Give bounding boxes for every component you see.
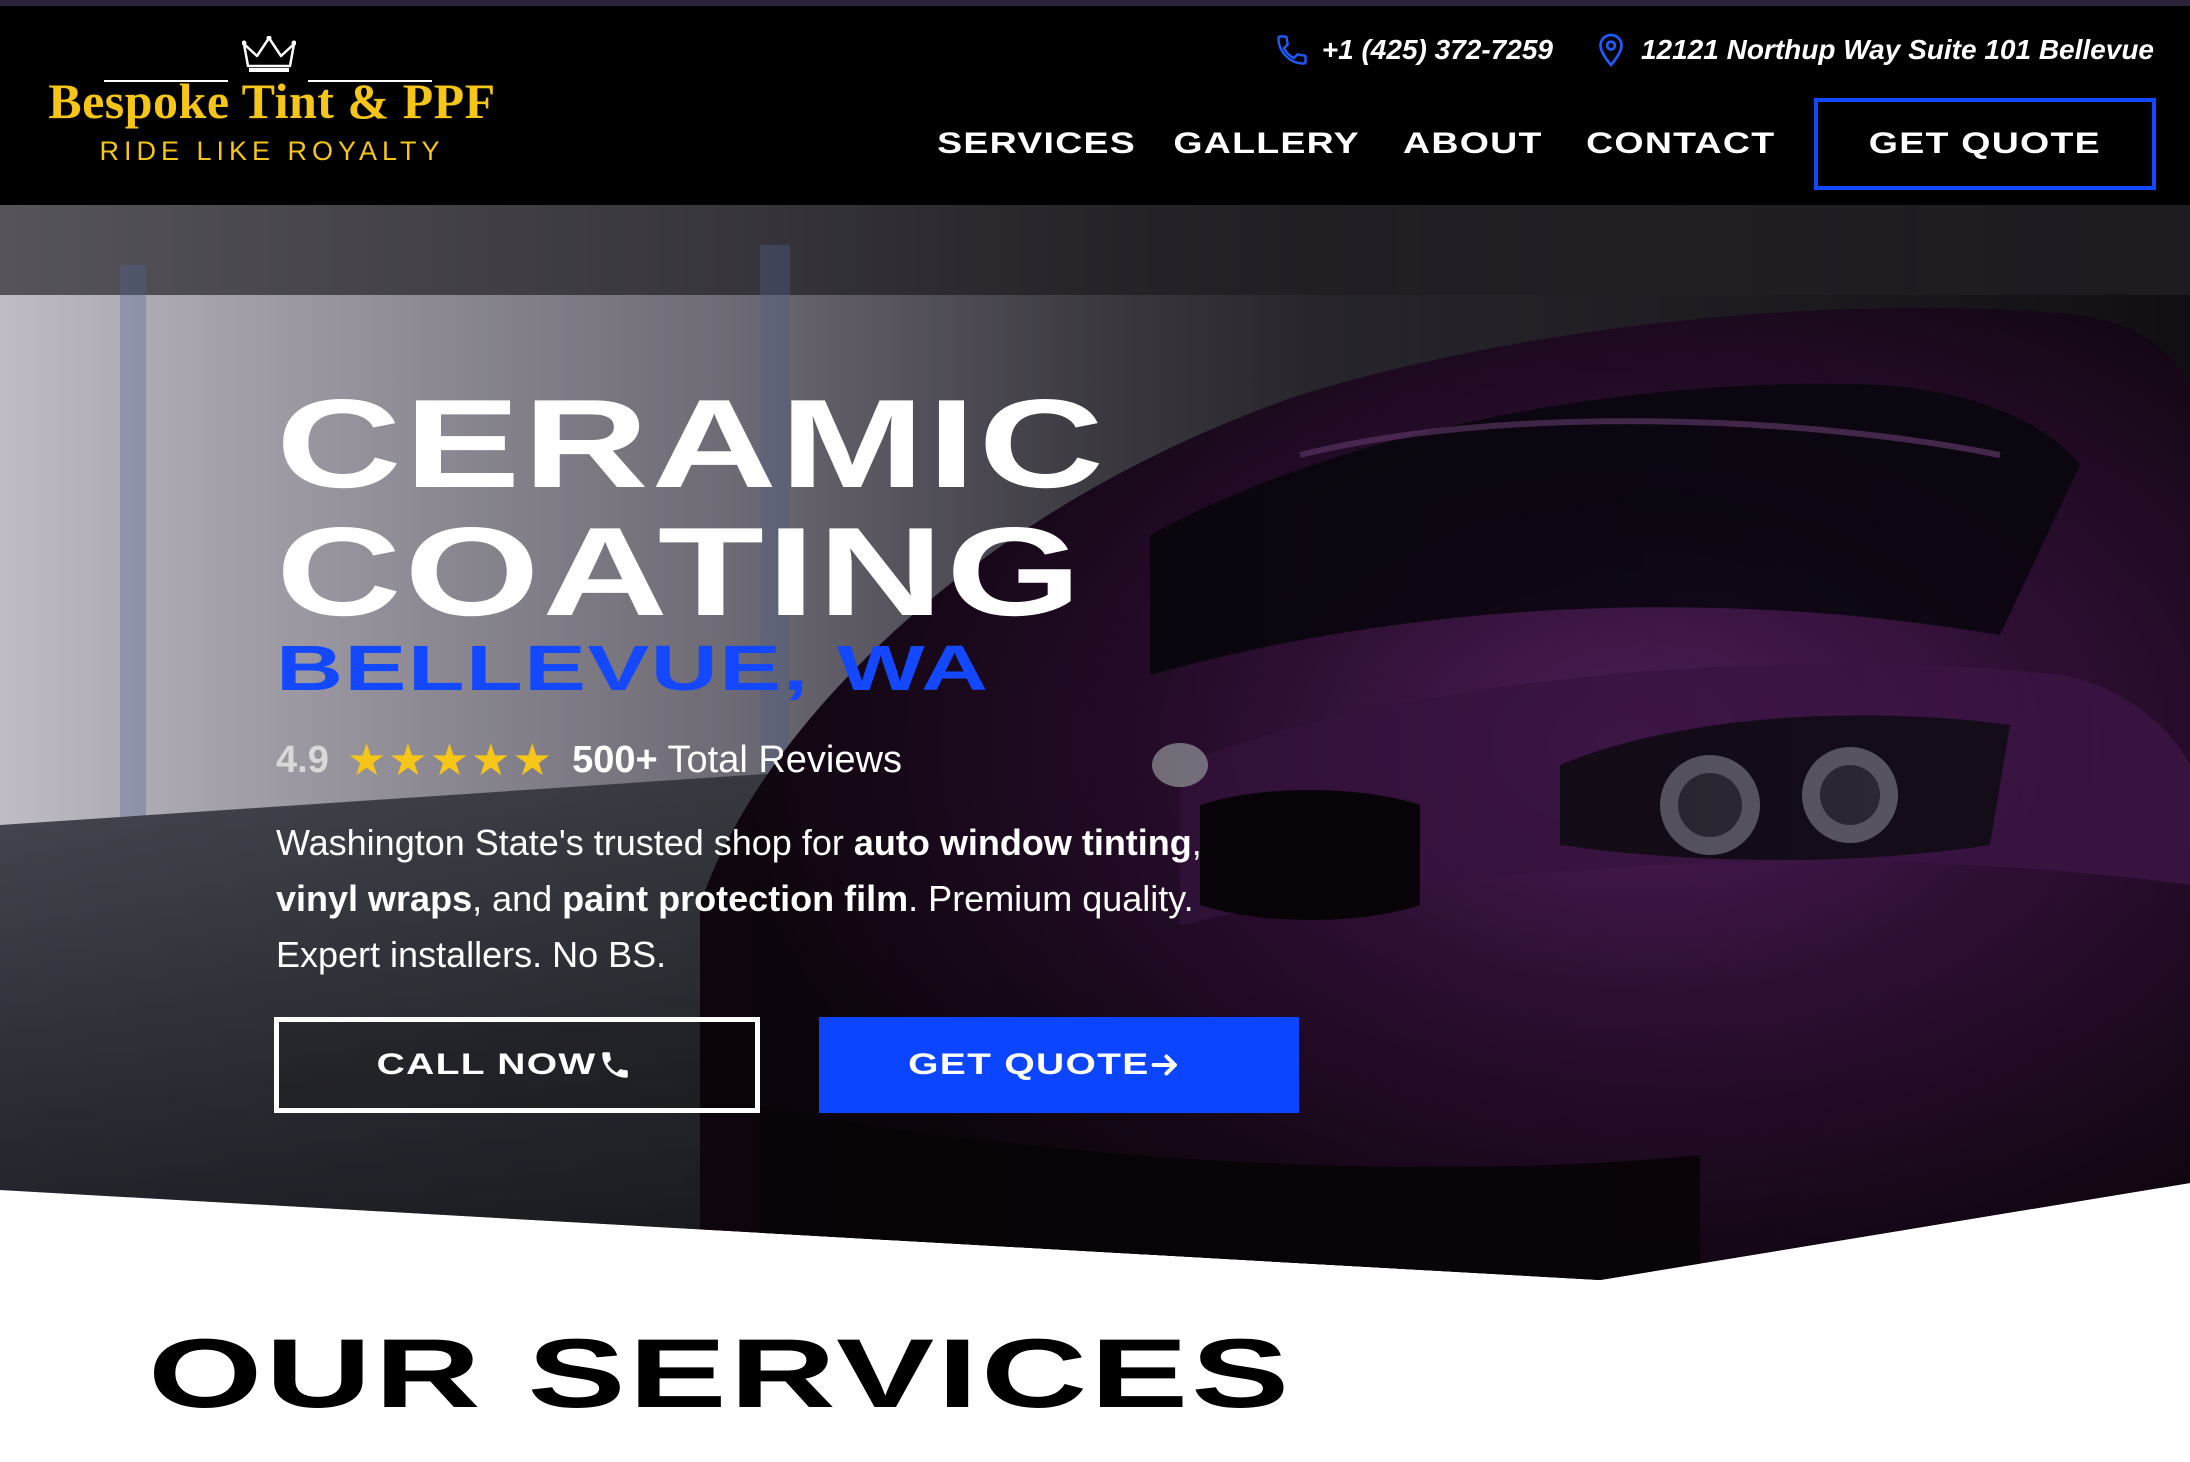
nav-about[interactable]: ABOUT — [1403, 127, 1543, 161]
phone-link[interactable]: +1 (425) 372-7259 — [1274, 32, 1553, 68]
services-heading: OUR SERVICES — [148, 1318, 1293, 1428]
call-now-label: CALL NOW — [377, 1048, 597, 1081]
phone-icon — [1277, 35, 1307, 65]
arrow-right-icon — [1151, 1054, 1177, 1076]
main-nav: SERVICES GALLERY ABOUT CONTACT GET QUOTE — [937, 98, 2156, 190]
site-header: Bespoke Tint & PPF RIDE LIKE ROYALTY +1 … — [0, 6, 2190, 205]
rating-score: 4.9 — [276, 738, 329, 781]
hero-title: CERAMIC COATING — [276, 380, 1107, 636]
hero-get-quote-label: GET QUOTE — [908, 1048, 1150, 1081]
contact-bar: +1 (425) 372-7259 12121 Northup Way Suit… — [1274, 28, 2154, 72]
phone-icon — [601, 1052, 628, 1078]
desc-bold-ppf: paint protection film — [562, 878, 909, 919]
review-count: 500+ Total Reviews — [572, 739, 902, 782]
phone-number: +1 (425) 372-7259 — [1321, 34, 1553, 65]
site-logo[interactable]: Bespoke Tint & PPF RIDE LIKE ROYALTY — [24, 28, 520, 178]
hero-location-subtitle: BELLEVUE, WA — [276, 632, 990, 704]
logo-brand-name: Bespoke Tint & PPF — [48, 73, 496, 129]
review-count-number: 500+ — [572, 738, 658, 781]
desc-bold-vinyl-wraps: vinyl wraps — [276, 878, 473, 919]
header-get-quote-label: GET QUOTE — [1868, 127, 2102, 160]
address-text: 12121 Northup Way Suite 101 Bellevue — [1640, 34, 2154, 65]
call-now-button[interactable]: CALL NOW — [274, 1017, 760, 1113]
desc-text-3: , and — [472, 878, 563, 919]
location-pin-icon — [1599, 33, 1623, 68]
desc-text-1: Washington State's trusted shop for — [276, 822, 854, 863]
hero-get-quote-button[interactable]: GET QUOTE — [819, 1017, 1299, 1113]
nav-services[interactable]: SERVICES — [937, 127, 1136, 161]
header-get-quote-button[interactable]: GET QUOTE — [1814, 98, 2156, 190]
nav-contact[interactable]: CONTACT — [1586, 127, 1775, 161]
nav-gallery[interactable]: GALLERY — [1173, 127, 1360, 161]
hero-section: CERAMIC COATING BELLEVUE, WA 4.9 ★★★★★ 5… — [0, 205, 2190, 1280]
logo-tagline: RIDE LIKE ROYALTY — [99, 136, 445, 166]
hero-description: Washington State's trusted shop for auto… — [276, 815, 1276, 983]
hero-title-line-1: CERAMIC — [276, 373, 1107, 514]
star-rating-icon: ★★★★★ — [346, 735, 555, 785]
address-link[interactable]: 12121 Northup Way Suite 101 Bellevue — [1593, 32, 2154, 68]
review-count-label: Total Reviews — [667, 738, 902, 781]
crown-icon — [242, 36, 296, 72]
desc-text-2: , — [1191, 822, 1202, 863]
desc-bold-window-tinting: auto window tinting — [853, 822, 1192, 863]
hero-title-line-2: COATING — [276, 501, 1085, 642]
rating-row: 4.9 ★★★★★ 500+ Total Reviews — [276, 735, 902, 785]
